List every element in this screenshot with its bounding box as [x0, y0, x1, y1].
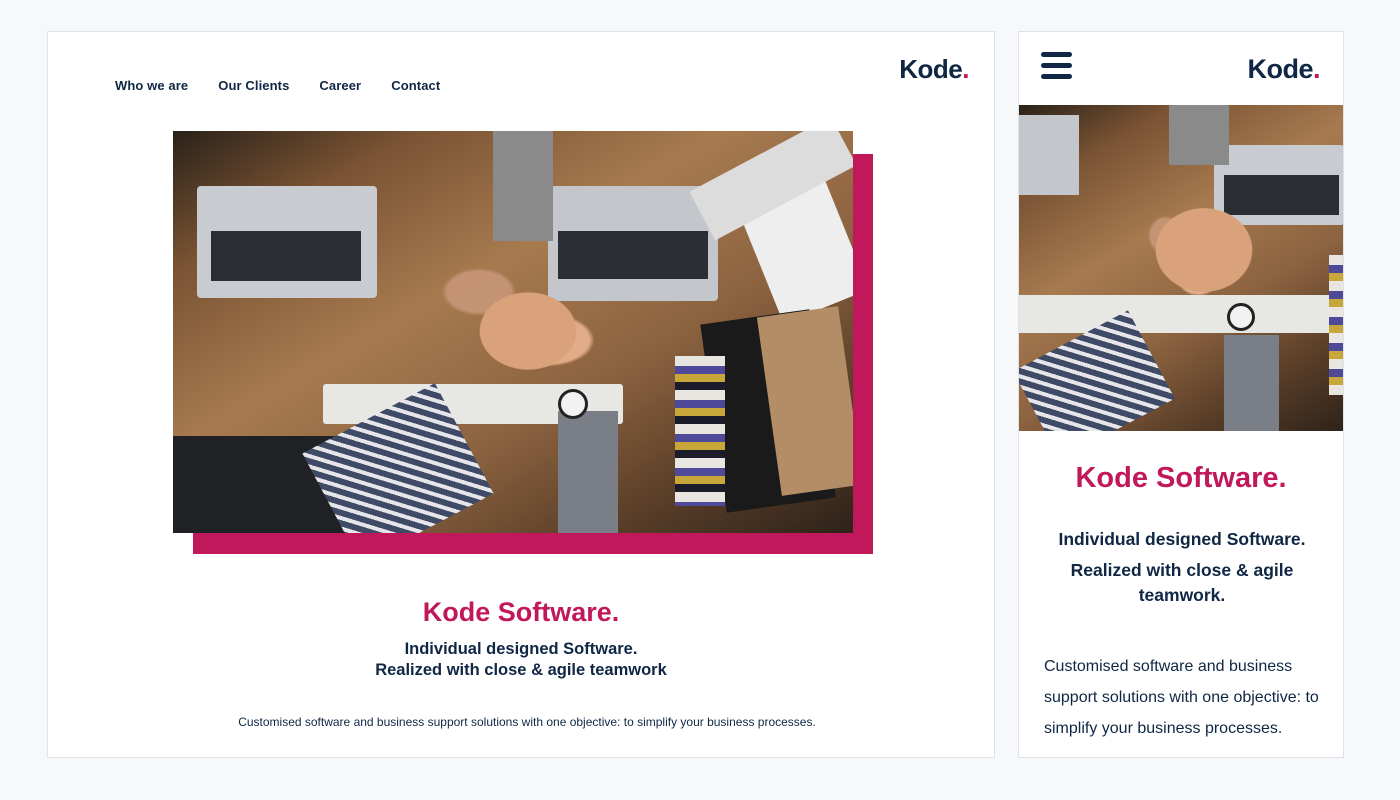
sleeve-shape: [558, 411, 618, 533]
hero-body-text: Customised software and business support…: [238, 715, 816, 729]
watch-shape: [1227, 303, 1255, 331]
hero-subtitle-line1: Individual designed Software.: [404, 640, 638, 658]
nav-our-clients[interactable]: Our Clients: [218, 78, 289, 93]
hamburger-bar: [1041, 52, 1072, 57]
sleeve-shape: [493, 131, 553, 241]
hamburger-bar: [1041, 74, 1072, 79]
hero-photo: [173, 131, 853, 533]
hero-image-block: [173, 131, 873, 555]
logo[interactable]: Kode.: [899, 54, 969, 85]
stripes-shape: [675, 356, 725, 506]
hero-title: Kode Software.: [1075, 462, 1287, 494]
sleeve-shape: [1169, 105, 1229, 165]
laptop-shape: [1019, 115, 1079, 195]
mobile-preview: Kode. Kode Software. Individual designed…: [1018, 31, 1344, 758]
hero-subtitle: Individual designed Software. Realized w…: [1039, 527, 1325, 608]
logo-text: Kode: [1247, 54, 1313, 84]
hero-subtitle-line2: Realized with close & agile teamwork: [375, 661, 667, 679]
nav-who-we-are[interactable]: Who we are: [115, 78, 188, 93]
main-nav: Who we are Our Clients Career Contact: [115, 78, 440, 93]
watch-shape: [558, 389, 588, 419]
hamburger-bar: [1041, 63, 1072, 68]
nav-contact[interactable]: Contact: [391, 78, 440, 93]
hero-photo: [1019, 105, 1343, 431]
hero-subtitle-line2: Realized with close & agile teamwork.: [1070, 560, 1294, 605]
logo-dot: .: [1312, 54, 1321, 84]
hands-shape: [453, 271, 603, 391]
desktop-preview: Who we are Our Clients Career Contact Ko…: [47, 31, 995, 758]
hands-shape: [1129, 185, 1279, 315]
sleeve-shape: [1224, 335, 1279, 431]
hero-body-text: Customised software and business support…: [1044, 658, 1319, 737]
nav-career[interactable]: Career: [319, 78, 361, 93]
stripes-shape: [1329, 255, 1343, 395]
logo-text: Kode: [899, 54, 963, 84]
logo[interactable]: Kode.: [1247, 54, 1320, 85]
hero-title: Kode Software.: [422, 597, 620, 627]
hamburger-icon[interactable]: [1041, 52, 1072, 85]
hero-subtitle-line1: Individual designed Software.: [1058, 529, 1306, 549]
logo-dot: .: [962, 54, 969, 84]
keyboard-shape: [211, 231, 361, 281]
